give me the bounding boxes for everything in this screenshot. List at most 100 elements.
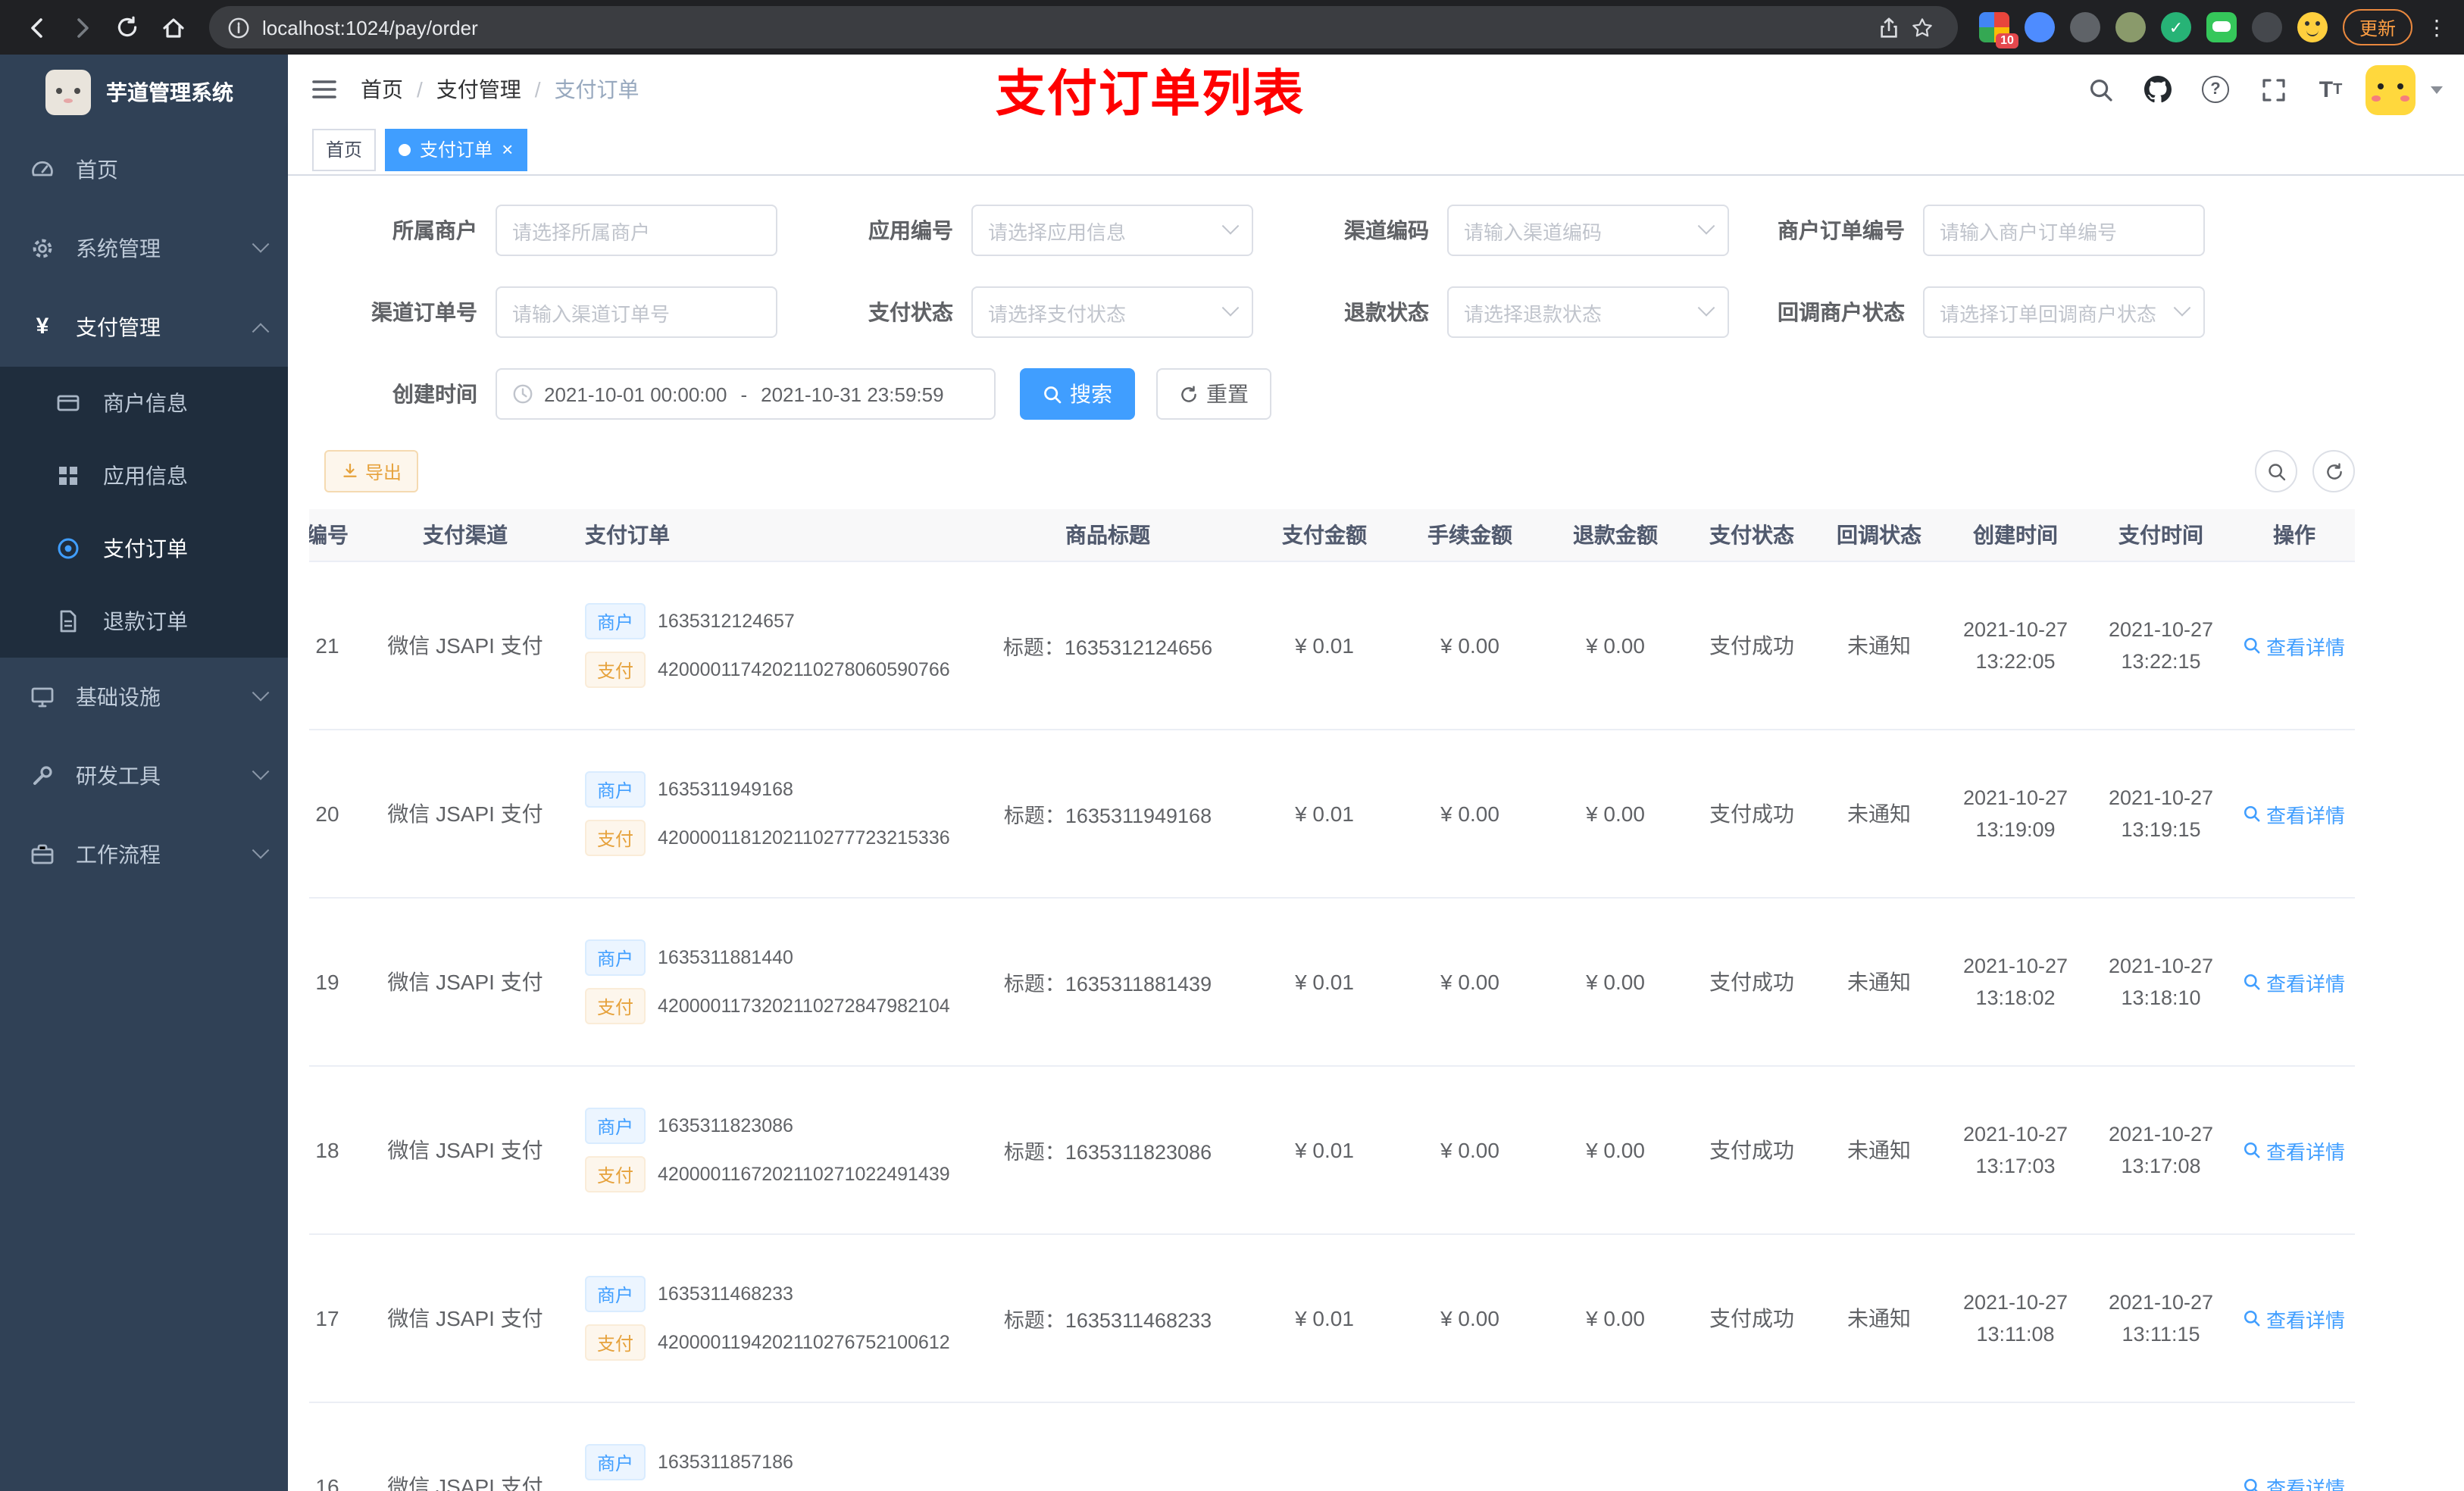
view-detail-link[interactable]: 查看详情 [2244, 1136, 2345, 1164]
sidebar-item-refund-order[interactable]: 退款订单 [0, 585, 288, 658]
yen-icon: ¥ [36, 314, 49, 339]
fullscreen-icon[interactable] [2250, 67, 2296, 112]
chrome-update-button[interactable]: 更新 [2342, 9, 2412, 45]
filter-label-owner-merchant: 所属商户 [392, 218, 477, 242]
github-icon[interactable] [2135, 67, 2181, 112]
sidebar-logo[interactable]: 芋道管理系统 [0, 55, 288, 130]
sidebar-item-home[interactable]: 首页 [0, 130, 288, 209]
owner-merchant-select[interactable]: 请选择所属商户 [496, 205, 777, 256]
col-amount: 支付金额 [1252, 509, 1397, 562]
table-toolbar: 导出 [324, 450, 2355, 492]
breadcrumb-pay[interactable]: 支付管理 [436, 74, 521, 105]
channel-order-no-input[interactable]: 请输入渠道订单号 [496, 286, 777, 338]
browser-forward-button[interactable] [61, 6, 103, 48]
extension-icon-blue[interactable] [2024, 12, 2055, 42]
menu-fold-icon[interactable] [288, 76, 361, 103]
font-size-icon[interactable]: TT [2308, 67, 2353, 112]
browser-reload-button[interactable] [106, 6, 149, 48]
merchant-tag: 商户 [585, 1276, 646, 1312]
cell-notify-status: 未通知 [1815, 730, 1943, 899]
extension-icon-olive[interactable] [2115, 12, 2146, 42]
sidebar-item-devtools[interactable]: 研发工具 [0, 736, 288, 815]
reset-button[interactable]: 重置 [1156, 368, 1271, 420]
cell-fee: ¥ 0.00 [1397, 561, 1543, 730]
view-detail-link[interactable]: 查看详情 [2244, 967, 2345, 996]
briefcase-icon [30, 842, 55, 867]
sidebar-item-workflow[interactable]: 工作流程 [0, 815, 288, 894]
cell-create-time: 2021-10-27 13:19:09 [1943, 730, 2088, 899]
col-title: 商品标题 [964, 509, 1252, 562]
create-time-range-picker[interactable]: 2021-10-01 00:00:00 - 2021-10-31 23:59:5… [496, 368, 996, 420]
close-icon[interactable]: × [502, 139, 513, 159]
extension-icon-colorful[interactable]: 10 [1978, 12, 2018, 48]
cell-id: 16 [309, 1402, 376, 1491]
refresh-button[interactable] [2312, 450, 2355, 492]
sidebar-item-app-info[interactable]: 应用信息 [0, 439, 288, 512]
channel-pay-no: 4200001173202110272847982104 [658, 996, 950, 1017]
browser-back-button[interactable] [15, 6, 58, 48]
cell-channel: 微信 JSAPI 支付 [376, 730, 555, 899]
view-detail-link[interactable]: 查看详情 [2244, 799, 2345, 828]
view-detail-link[interactable]: 查看详情 [2244, 631, 2345, 660]
extension-icon-green-check[interactable] [2160, 12, 2191, 42]
search-icon[interactable] [2078, 67, 2123, 112]
search-button[interactable]: 搜索 [1020, 368, 1135, 420]
cell-pay-time: 2021-10-27 13:19:15 [2088, 730, 2234, 899]
cell-pay-status: 支付成功 [1688, 1234, 1815, 1403]
toggle-search-button[interactable] [2255, 450, 2297, 492]
sidebar-item-pay[interactable]: ¥ 支付管理 [0, 288, 288, 367]
cell-pay-order: 商户 1635311857186 支付 [555, 1402, 964, 1491]
export-button[interactable]: 导出 [324, 450, 419, 492]
merchant-tag: 商户 [585, 1108, 646, 1144]
filter-label-channel-code: 渠道编码 [1344, 218, 1429, 242]
sidebar-item-infra[interactable]: 基础设施 [0, 658, 288, 736]
cell-pay-order: 商户 1635311468233 支付 42000011942021102767… [555, 1234, 964, 1403]
refund-status-select[interactable]: 请选择退款状态 [1447, 286, 1729, 338]
cell-create-time: 2021-10-27 13:17:03 [1943, 1066, 2088, 1235]
user-menu-caret-icon[interactable] [2431, 86, 2443, 93]
site-info-icon[interactable] [227, 16, 250, 39]
sidebar-item-merchant-info[interactable]: 商户信息 [0, 367, 288, 439]
bookmark-star-icon[interactable] [1906, 11, 1940, 44]
callback-status-select[interactable]: 请选择订单回调商户状态 [1923, 286, 2205, 338]
merchant-order-no-input[interactable]: 请输入商户订单编号 [1923, 205, 2205, 256]
cell-pay-status: 支付成功 [1688, 898, 1815, 1067]
pay-status-select[interactable]: 请选择支付状态 [971, 286, 1253, 338]
active-dot [399, 143, 411, 155]
view-detail-link[interactable]: 查看详情 [2244, 1304, 2345, 1333]
share-icon[interactable] [1873, 11, 1906, 44]
browser-home-button[interactable] [152, 6, 194, 48]
table-row: 19 微信 JSAPI 支付 商户 1635311881440 支付 42000… [309, 898, 2355, 1067]
chevron-down-icon [1221, 299, 1240, 317]
tab-pay-order[interactable]: 支付订单 × [385, 128, 527, 170]
sidebar-item-pay-order[interactable]: 支付订单 [0, 512, 288, 585]
chevron-down-icon [252, 842, 270, 859]
address-bar[interactable]: localhost:1024/pay/order [209, 6, 1958, 48]
help-icon[interactable]: ? [2193, 67, 2238, 112]
breadcrumb-home[interactable]: 首页 [361, 74, 403, 105]
pay-tag: 支付 [585, 820, 646, 856]
sidebar-item-system[interactable]: 系统管理 [0, 209, 288, 288]
table-header-row: 编号 支付渠道 支付订单 商品标题 支付金额 手续金额 退款金额 支付状态 回调… [309, 509, 2355, 562]
app-no-select[interactable]: 请选择应用信息 [971, 205, 1253, 256]
filter-label-app-no: 应用编号 [868, 218, 953, 242]
user-avatar[interactable] [2366, 64, 2416, 114]
extension-icon-green-chat[interactable] [2206, 12, 2237, 42]
merchant-tag: 商户 [585, 771, 646, 808]
page-content: 所属商户 请选择所属商户 应用编号 请选择应用信息 渠道编码 请输入渠道编码 商… [288, 176, 2464, 1491]
wrench-icon [30, 764, 55, 788]
chrome-menu-icon[interactable]: ⋮ [2425, 14, 2449, 40]
filter-label-refund-status: 退款状态 [1344, 300, 1429, 324]
view-detail-link[interactable]: 查看详情 [2244, 1472, 2345, 1491]
channel-code-select[interactable]: 请输入渠道编码 [1447, 205, 1729, 256]
tab-home[interactable]: 首页 [312, 128, 377, 170]
extension-icon-dark[interactable] [2251, 12, 2282, 42]
cell-refund: ¥ 0.00 [1543, 898, 1688, 1067]
chevron-up-icon [252, 323, 270, 340]
clock-icon [512, 383, 533, 405]
filter-label-create-time: 创建时间 [392, 382, 477, 406]
extension-icon-gray[interactable] [2069, 12, 2100, 42]
col-pay-status: 支付状态 [1688, 509, 1815, 562]
extension-icon-emoji[interactable] [2297, 12, 2328, 42]
cell-fee: ¥ 0.00 [1397, 1066, 1543, 1235]
